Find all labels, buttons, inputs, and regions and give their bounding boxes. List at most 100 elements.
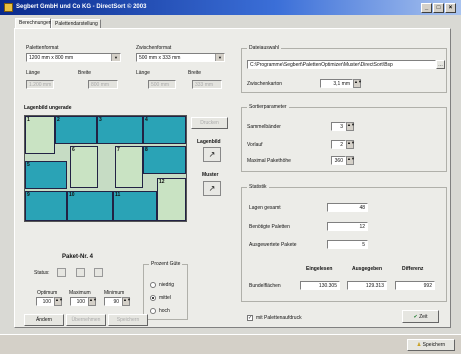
status-speichern-label: Speichern <box>422 342 446 348</box>
minimize-button[interactable]: _ <box>421 3 432 13</box>
sammelbaender-field[interactable]: 3 <box>331 122 346 131</box>
window-title: Segbert GmbH und Co KG - DirectSort © 20… <box>16 4 147 10</box>
radio-niedrig[interactable] <box>150 282 156 288</box>
package-number: 6 <box>72 147 75 153</box>
chevron-down-icon[interactable]: ▼ <box>111 54 120 61</box>
zwischenkarton-field[interactable]: 3,1 mm <box>320 79 353 88</box>
zeit-button-label: Zeit <box>419 314 428 320</box>
package-3[interactable]: 3 <box>97 116 143 144</box>
pallet-layer-view: 1 2 3 4 5 6 7 8 9 10 11 12 <box>24 115 187 222</box>
pakethoehe-field[interactable]: 360 <box>331 156 346 165</box>
datei-path-field[interactable]: C:\Programme\Segbert\PalettenOptimizer\M… <box>247 60 436 69</box>
bundel-differenz-field[interactable]: 992 <box>395 281 435 290</box>
package-12[interactable]: 12 <box>157 178 186 221</box>
app-icon <box>4 3 13 12</box>
bundel-ausgegeben-field[interactable]: 129.313 <box>347 281 387 290</box>
package-number: 7 <box>117 147 120 153</box>
zwischenkarton-spin-icon[interactable]: ▲▼ <box>353 79 362 88</box>
maximum-spin-icon[interactable]: ▲▼ <box>88 297 97 306</box>
palettenformat-label: Palettenformat <box>26 45 59 51</box>
zw-laenge-label: Länge <box>136 70 150 76</box>
zwischenformat-select[interactable]: 500 mm x 333 mm ▼ <box>136 53 225 62</box>
paletten-field[interactable]: 12 <box>327 222 368 231</box>
package-7[interactable]: 7 <box>115 146 143 188</box>
close-button[interactable]: × <box>445 3 456 13</box>
package-9[interactable]: 9 <box>25 191 67 221</box>
optimum-field[interactable]: 100 <box>36 297 54 306</box>
bundel-label: Bundelflächen <box>249 283 281 289</box>
radio-mittel-label: mittel <box>159 295 171 301</box>
lagen-label: Lagen gesamt <box>249 205 281 211</box>
zw-breite-field[interactable]: 333 mm <box>192 80 222 89</box>
package-number: 8 <box>145 147 148 153</box>
palettenaufdruck-label: mit Palettenaufdruck <box>256 315 302 321</box>
package-8[interactable]: 8 <box>143 146 186 174</box>
palettenaufdruck-checkbox[interactable]: ✓ <box>247 315 253 321</box>
aendern-button[interactable]: Ändern <box>24 314 64 326</box>
optimum-spin-icon[interactable]: ▲▼ <box>54 297 63 306</box>
maximum-label: Maximum <box>69 290 91 296</box>
col-differenz: Differenz <box>402 266 424 272</box>
package-number: 2 <box>57 117 60 123</box>
uebernehmen-button[interactable]: Übernehmen <box>66 314 106 326</box>
radio-hoch[interactable] <box>150 308 156 314</box>
lagenbild-arrow-icon[interactable]: ↗ <box>203 147 221 162</box>
package-5[interactable]: 5 <box>25 161 67 189</box>
pakethoehe-label: Maximal Pakethöhe <box>247 158 291 164</box>
lagen-field[interactable]: 48 <box>327 203 368 212</box>
package-1[interactable]: 1 <box>25 116 55 154</box>
vorlauf-field[interactable]: 2 <box>331 140 346 149</box>
zwischenkarton-label: Zwischenkarton <box>247 81 283 87</box>
speichern-button[interactable]: Speichern <box>108 314 148 326</box>
muster-arrow-icon[interactable]: ↗ <box>203 181 221 196</box>
col-ausgegeben: Ausgegeben <box>352 266 383 272</box>
sortier-title: Sortierparameter <box>247 104 289 110</box>
datei-title: Dateiauswahl <box>247 45 282 51</box>
package-number: 5 <box>27 162 30 168</box>
tab-palettendarstellung[interactable]: Palettendarstellung <box>51 19 101 28</box>
maximize-button[interactable]: □ <box>433 3 444 13</box>
status-speichern-button[interactable]: ♟ Speichern <box>407 339 455 351</box>
zeit-button[interactable]: ✔ Zeit <box>402 310 439 323</box>
drucken-button[interactable]: Drucken <box>191 117 228 129</box>
package-2[interactable]: 2 <box>55 116 97 144</box>
pakete-field[interactable]: 5 <box>327 240 368 249</box>
package-number: 9 <box>27 192 30 198</box>
sammelbaender-spin-icon[interactable]: ▲▼ <box>346 122 355 131</box>
minimum-label: Minimum <box>104 290 125 296</box>
zwischenformat-label: Zwischenformat <box>136 45 172 51</box>
pal-laenge-field[interactable]: 1.200 mm <box>26 80 54 89</box>
package-4[interactable]: 4 <box>143 116 186 144</box>
paletten-label: Benötigte Paletten <box>249 224 290 230</box>
zwischenformat-value: 500 mm x 333 mm <box>139 55 181 61</box>
tab-berechnungen[interactable]: Berechnungen <box>15 18 52 28</box>
package-6[interactable]: 6 <box>70 146 98 188</box>
prozent-title: Prozent Güte <box>149 261 183 267</box>
sammelbaender-label: Sammelbänder <box>247 124 281 130</box>
maximum-field[interactable]: 100 <box>70 297 88 306</box>
chevron-down-icon[interactable]: ▼ <box>215 54 224 61</box>
package-number: 4 <box>145 117 148 123</box>
pakethoehe-spin-icon[interactable]: ▲▼ <box>346 156 355 165</box>
radio-mittel[interactable] <box>150 295 156 301</box>
status-box-3[interactable] <box>94 268 103 277</box>
palettenformat-select[interactable]: 1200 mm x 800 mm ▼ <box>26 53 121 62</box>
pakete-label: Ausgewertete Pakete <box>249 242 297 248</box>
radio-niedrig-label: niedrig <box>159 282 175 288</box>
minimum-field[interactable]: 90 <box>104 297 122 306</box>
vorlauf-spin-icon[interactable]: ▲▼ <box>346 140 355 149</box>
status-box-2[interactable] <box>76 268 85 277</box>
status-bar: ♟ Speichern <box>0 334 461 354</box>
paket-title: Paket-Nr. 4 <box>62 254 94 260</box>
folder-icon[interactable]: … <box>436 60 445 69</box>
package-11[interactable]: 11 <box>113 191 157 221</box>
minimum-spin-icon[interactable]: ▲▼ <box>122 297 131 306</box>
package-number: 11 <box>115 192 121 198</box>
palettenformat-value: 1200 mm x 800 mm <box>29 55 74 61</box>
status-box-1[interactable] <box>57 268 66 277</box>
layer-view-title: Lagenbild ungerade <box>24 105 72 111</box>
package-10[interactable]: 10 <box>67 191 113 221</box>
zw-laenge-field[interactable]: 500 mm <box>148 80 176 89</box>
bundel-eingelesen-field[interactable]: 130.305 <box>300 281 340 290</box>
pal-breite-field[interactable]: 800 mm <box>88 80 118 89</box>
